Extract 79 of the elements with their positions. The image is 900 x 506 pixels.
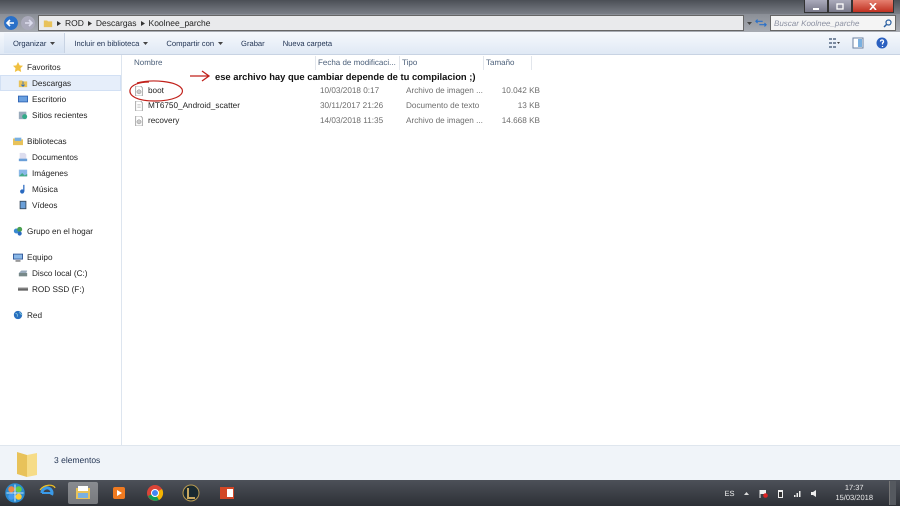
table-cell-text: 10/03/2018 0:17 bbox=[319, 86, 380, 95]
maximize-button[interactable] bbox=[828, 0, 852, 13]
item-icon bbox=[18, 168, 28, 178]
nav-item[interactable]: Vídeos bbox=[0, 197, 121, 213]
nav-item[interactable]: Descargas bbox=[0, 75, 121, 91]
flag-icon[interactable] bbox=[759, 488, 768, 498]
maximize-icon bbox=[836, 2, 844, 10]
table-cell-text: 14/03/2018 11:35 bbox=[319, 116, 384, 125]
breadcrumb-arrow-icon bbox=[57, 20, 61, 26]
item-icon bbox=[18, 152, 28, 162]
nav-item[interactable]: Escritorio bbox=[0, 91, 121, 107]
search-icon bbox=[883, 18, 892, 28]
slides-icon bbox=[218, 484, 236, 502]
table-cell-text: Archivo de imagen ... bbox=[405, 116, 484, 125]
minimize-button[interactable] bbox=[804, 0, 828, 13]
item-icon bbox=[18, 94, 28, 104]
nav-group[interactable]: Bibliotecas bbox=[0, 133, 121, 149]
arrow-mark bbox=[189, 70, 211, 82]
breadcrumb[interactable]: Descargas bbox=[96, 18, 137, 28]
item-icon bbox=[18, 268, 28, 278]
nav-item[interactable]: Documentos bbox=[0, 149, 121, 165]
table-cell-text: Archivo de imagen ... bbox=[405, 86, 484, 95]
folder-icon bbox=[14, 449, 40, 479]
folder-icon bbox=[43, 18, 53, 28]
battery-icon[interactable] bbox=[776, 488, 786, 498]
file-name[interactable]: MT6750_Android_scatter bbox=[148, 101, 240, 110]
breadcrumb[interactable]: Koolnee_parche bbox=[148, 18, 210, 28]
nav-item[interactable]: Sitios recientes bbox=[0, 107, 121, 123]
text-file-icon bbox=[134, 100, 144, 110]
folder-icon bbox=[74, 484, 92, 502]
item-icon bbox=[18, 200, 28, 210]
nav-group[interactable]: Red bbox=[0, 307, 121, 323]
breadcrumb-arrow-icon bbox=[88, 20, 92, 26]
history-dropdown-icon[interactable] bbox=[747, 22, 752, 24]
table-cell-text: 10.042 KB bbox=[500, 86, 541, 95]
item-icon bbox=[18, 78, 28, 88]
annotation-text: ese archivo hay que cambiar depende de tu compilacion ;) bbox=[215, 70, 476, 82]
table-cell-text: 14.668 KB bbox=[500, 116, 541, 125]
nav-item[interactable]: Imágenes bbox=[0, 165, 121, 181]
column-header[interactable]: Nombre bbox=[132, 56, 316, 70]
circle-mark bbox=[127, 79, 185, 103]
search-field[interactable]: Buscar Koolnee_parche bbox=[770, 15, 896, 31]
address-bar[interactable]: ROD Descargas Koolnee_parche bbox=[38, 15, 744, 31]
group-icon bbox=[13, 136, 23, 146]
close-icon bbox=[869, 2, 877, 10]
file-name[interactable]: recovery bbox=[148, 116, 180, 125]
column-header[interactable]: Fecha de modificaci... bbox=[316, 56, 400, 70]
play-icon bbox=[110, 484, 128, 502]
breadcrumb[interactable]: ROD bbox=[65, 18, 84, 28]
disc-image-icon bbox=[134, 86, 144, 96]
column-header[interactable]: Tipo bbox=[400, 56, 484, 70]
table-cell-text: 30/11/2017 21:26 bbox=[319, 101, 384, 110]
nav-item[interactable]: ROD SSD (F:) bbox=[0, 281, 121, 297]
column-header[interactable]: Tamaño bbox=[484, 56, 532, 70]
group-icon bbox=[13, 252, 23, 262]
group-icon bbox=[13, 62, 23, 72]
start-button[interactable] bbox=[4, 482, 26, 504]
nav-group[interactable]: Grupo en el hogar bbox=[0, 223, 121, 239]
preview-pane-icon[interactable] bbox=[852, 37, 864, 49]
item-icon bbox=[18, 110, 28, 120]
nav-item[interactable]: Disco local (C:) bbox=[0, 265, 121, 281]
table-cell-text: 13 KB bbox=[516, 101, 541, 110]
game-icon bbox=[182, 484, 200, 502]
table-cell-text: Documento de texto bbox=[405, 101, 480, 110]
view-options-icon[interactable] bbox=[828, 37, 840, 49]
breadcrumb-arrow-icon bbox=[140, 20, 145, 26]
disc-image-icon bbox=[134, 116, 144, 126]
file-name[interactable]: boot bbox=[148, 86, 164, 95]
nav-group[interactable]: Favoritos bbox=[0, 59, 121, 75]
close-button[interactable] bbox=[852, 0, 894, 13]
group-icon bbox=[13, 226, 23, 236]
item-count: 3 elementos bbox=[54, 455, 100, 465]
browser-icon bbox=[146, 484, 164, 502]
nav-group[interactable]: Equipo bbox=[0, 249, 121, 265]
back-button[interactable] bbox=[4, 16, 18, 30]
signal-icon[interactable] bbox=[793, 488, 802, 498]
group-icon bbox=[13, 310, 23, 320]
nav-item[interactable]: Música bbox=[0, 181, 121, 197]
help-icon[interactable] bbox=[876, 37, 888, 49]
